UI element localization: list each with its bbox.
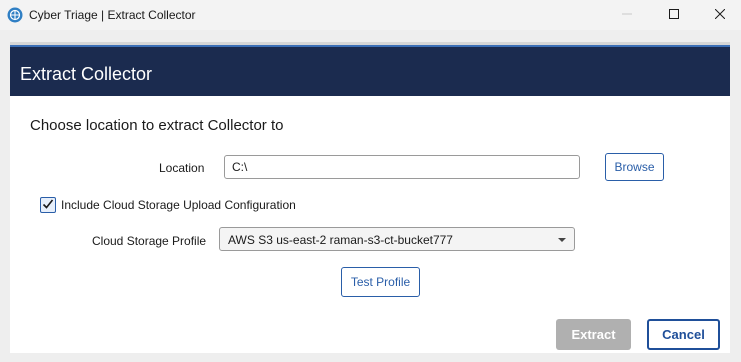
cloud-storage-profile-dropdown[interactable]: AWS S3 us-east-2 raman-s3-ct-bucket777: [219, 227, 575, 251]
test-profile-button[interactable]: Test Profile: [341, 267, 420, 297]
profile-selected-value: AWS S3 us-east-2 raman-s3-ct-bucket777: [228, 233, 453, 247]
close-button[interactable]: [697, 0, 741, 30]
cancel-button[interactable]: Cancel: [647, 319, 720, 350]
minimize-icon: [622, 8, 632, 22]
dialog-title: Extract Collector: [20, 64, 153, 84]
dialog-header: Extract Collector: [10, 45, 730, 96]
checkmark-icon: [42, 198, 54, 213]
cloud-storage-profile-label: Cloud Storage Profile: [92, 234, 207, 248]
window-titlebar: Cyber Triage | Extract Collector: [0, 0, 741, 30]
cloud-storage-checkbox[interactable]: [40, 197, 56, 213]
minimize-button[interactable]: [604, 0, 650, 30]
extract-button[interactable]: Extract: [556, 319, 631, 350]
cyber-triage-logo-icon: [7, 7, 23, 23]
close-icon: [714, 8, 726, 22]
maximize-icon: [669, 8, 679, 22]
extract-collector-dialog: Extract Collector Choose location to ext…: [10, 42, 730, 353]
cloud-storage-checkbox-label[interactable]: Include Cloud Storage Upload Configurati…: [61, 198, 296, 212]
location-input[interactable]: [224, 155, 580, 179]
maximize-button[interactable]: [651, 0, 697, 30]
browse-button[interactable]: Browse: [605, 153, 664, 181]
chevron-down-icon: [558, 238, 566, 242]
window-title: Cyber Triage | Extract Collector: [29, 8, 196, 22]
location-label: Location: [159, 161, 205, 175]
instruction-text: Choose location to extract Collector to: [30, 117, 284, 134]
